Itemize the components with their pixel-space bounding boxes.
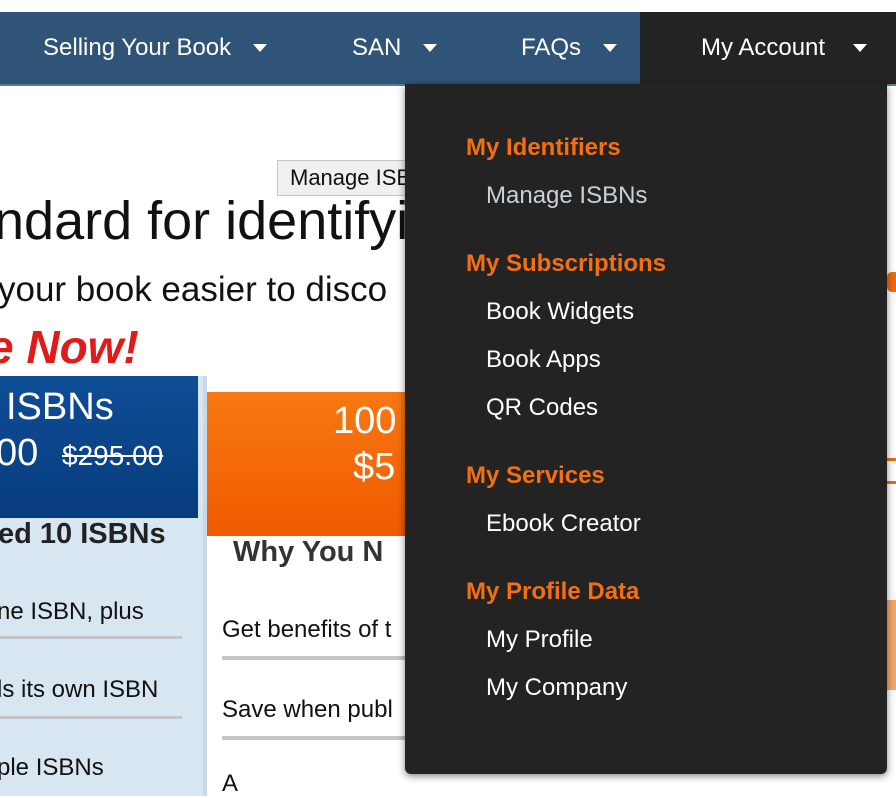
nav-my-account[interactable]: My Account <box>640 12 896 84</box>
pricing-card-feature: ls its own ISBN <box>0 676 159 703</box>
section-my-services: My Services <box>466 462 605 489</box>
menu-item-book-widgets[interactable]: Book Widgets <box>486 298 634 326</box>
pricing-card-price: 00 <box>0 432 39 474</box>
pricing-card-header[interactable]: ISBNs 00 $295.00 <box>0 376 198 518</box>
menu-item-book-apps[interactable]: Book Apps <box>486 346 601 374</box>
nav-label: My Account <box>701 34 826 61</box>
section-my-profile-data: My Profile Data <box>466 578 640 605</box>
feature-row: Get benefits of t <box>222 616 392 643</box>
edge-decoration <box>887 458 896 484</box>
nav-label: FAQs <box>521 34 582 61</box>
chevron-down-icon <box>423 44 438 52</box>
menu-item-manage-isbns[interactable]: Manage ISBNs <box>486 182 647 210</box>
nav-label: SAN <box>352 34 402 61</box>
pricing-card-title: 100 <box>333 400 397 442</box>
pricing-card-price: $5 <box>353 446 396 488</box>
pricing-card-subtitle: ed 10 ISBNs <box>0 518 166 550</box>
divider <box>0 636 182 639</box>
hero-headline: ndard for identifyi <box>0 191 409 251</box>
edge-decoration <box>887 272 896 292</box>
chevron-down-icon <box>253 44 268 52</box>
main-navbar: Selling Your Book SAN FAQs My Account <box>0 12 896 86</box>
menu-item-my-profile[interactable]: My Profile <box>486 626 593 654</box>
chevron-down-icon <box>853 44 868 52</box>
top-strip <box>0 0 896 12</box>
section-title: Why You N <box>233 536 384 568</box>
hero-subline: your book easier to disco <box>0 270 388 309</box>
menu-item-qr-codes[interactable]: QR Codes <box>486 394 598 422</box>
cta-text[interactable]: e Now! <box>0 320 139 374</box>
nav-faqs[interactable]: FAQs <box>521 12 618 84</box>
divider <box>222 656 412 660</box>
menu-item-my-company[interactable]: My Company <box>486 674 627 702</box>
chevron-down-icon <box>603 44 618 52</box>
pricing-card-old-price: $295.00 <box>62 440 164 471</box>
divider <box>222 736 412 740</box>
menu-item-ebook-creator[interactable]: Ebook Creator <box>486 510 641 538</box>
feature-row: A <box>222 770 239 797</box>
pricing-card-feature: ne ISBN, plus <box>0 598 144 625</box>
pricing-card-100-isbns-header[interactable]: 100 $5 <box>207 392 407 536</box>
feature-row: Save when publ <box>222 696 393 723</box>
divider <box>0 716 182 719</box>
pricing-card-10-isbns: ISBNs 00 $295.00 ed 10 ISBNs ne ISBN, pl… <box>0 376 207 796</box>
pricing-card-title: ISBNs <box>6 386 114 428</box>
nav-san[interactable]: SAN <box>352 12 438 84</box>
nav-label: Selling Your Book <box>43 34 232 61</box>
edge-decoration <box>887 600 896 690</box>
pricing-card-feature: ple ISBNs <box>0 754 104 781</box>
my-account-dropdown: My Identifiers Manage ISBNs My Subscript… <box>405 84 887 774</box>
nav-selling-your-book[interactable]: Selling Your Book <box>43 12 268 84</box>
section-my-identifiers: My Identifiers <box>466 134 621 161</box>
section-my-subscriptions: My Subscriptions <box>466 250 667 277</box>
